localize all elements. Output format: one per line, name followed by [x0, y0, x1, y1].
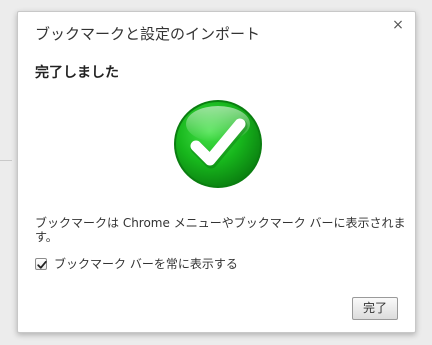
background-divider — [0, 160, 12, 161]
done-button[interactable]: 完了 — [352, 297, 398, 320]
success-check-icon — [172, 98, 264, 190]
completion-heading: 完了しました — [35, 65, 119, 81]
show-bookmark-bar-label[interactable]: ブックマーク バーを常に表示する — [54, 255, 238, 272]
show-bookmark-bar-checkbox[interactable] — [35, 257, 47, 270]
check-icon — [37, 260, 47, 269]
dialog-title: ブックマークと設定のインポート — [35, 25, 261, 43]
close-icon[interactable]: × — [392, 17, 404, 33]
info-message: ブックマークは Chrome メニューやブックマーク バーに表示されます。 — [35, 216, 406, 244]
import-bookmarks-dialog: ブックマークと設定のインポート × 完了しました ブックマークは Chrome … — [17, 11, 416, 333]
close-button[interactable]: × — [390, 17, 406, 33]
show-bookmark-bar-option[interactable]: ブックマーク バーを常に表示する — [35, 255, 238, 272]
